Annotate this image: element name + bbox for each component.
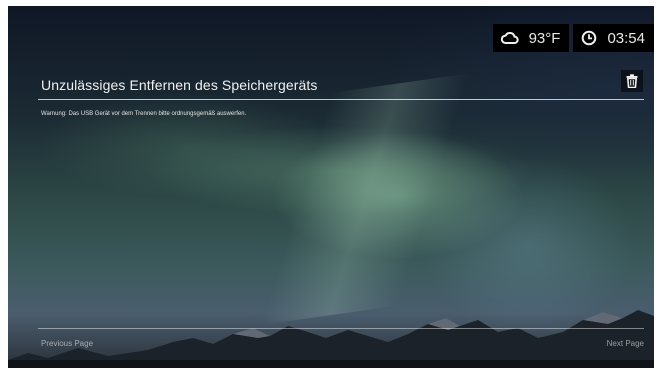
delete-button[interactable]	[621, 70, 643, 92]
screen: 93°F 03:54 Unzulässiges Entfernen des Sp…	[0, 0, 662, 375]
aurora-streak	[194, 62, 582, 330]
footer-divider	[38, 328, 644, 329]
notification-title: Unzulässiges Entfernen des Speichergerät…	[41, 77, 318, 93]
temperature-text: 93°F	[528, 29, 561, 47]
mountain-silhouette	[8, 310, 654, 368]
next-page-button[interactable]: Next Page	[607, 339, 644, 348]
cloud-icon	[500, 32, 519, 44]
background-aurora: 93°F 03:54 Unzulässiges Entfernen des Sp…	[8, 6, 654, 368]
notification-message: Warnung: Das USB Gerät vor dem Trennen b…	[41, 111, 247, 117]
trash-icon	[626, 74, 638, 88]
clock-icon	[582, 30, 597, 46]
status-bar: 93°F 03:54	[489, 24, 654, 52]
time-text: 03:54	[607, 29, 645, 47]
title-divider	[38, 99, 644, 100]
weather-widget: 93°F	[492, 24, 570, 52]
previous-page-button[interactable]: Previous Page	[41, 339, 93, 348]
clock-widget: 03:54	[573, 24, 654, 52]
